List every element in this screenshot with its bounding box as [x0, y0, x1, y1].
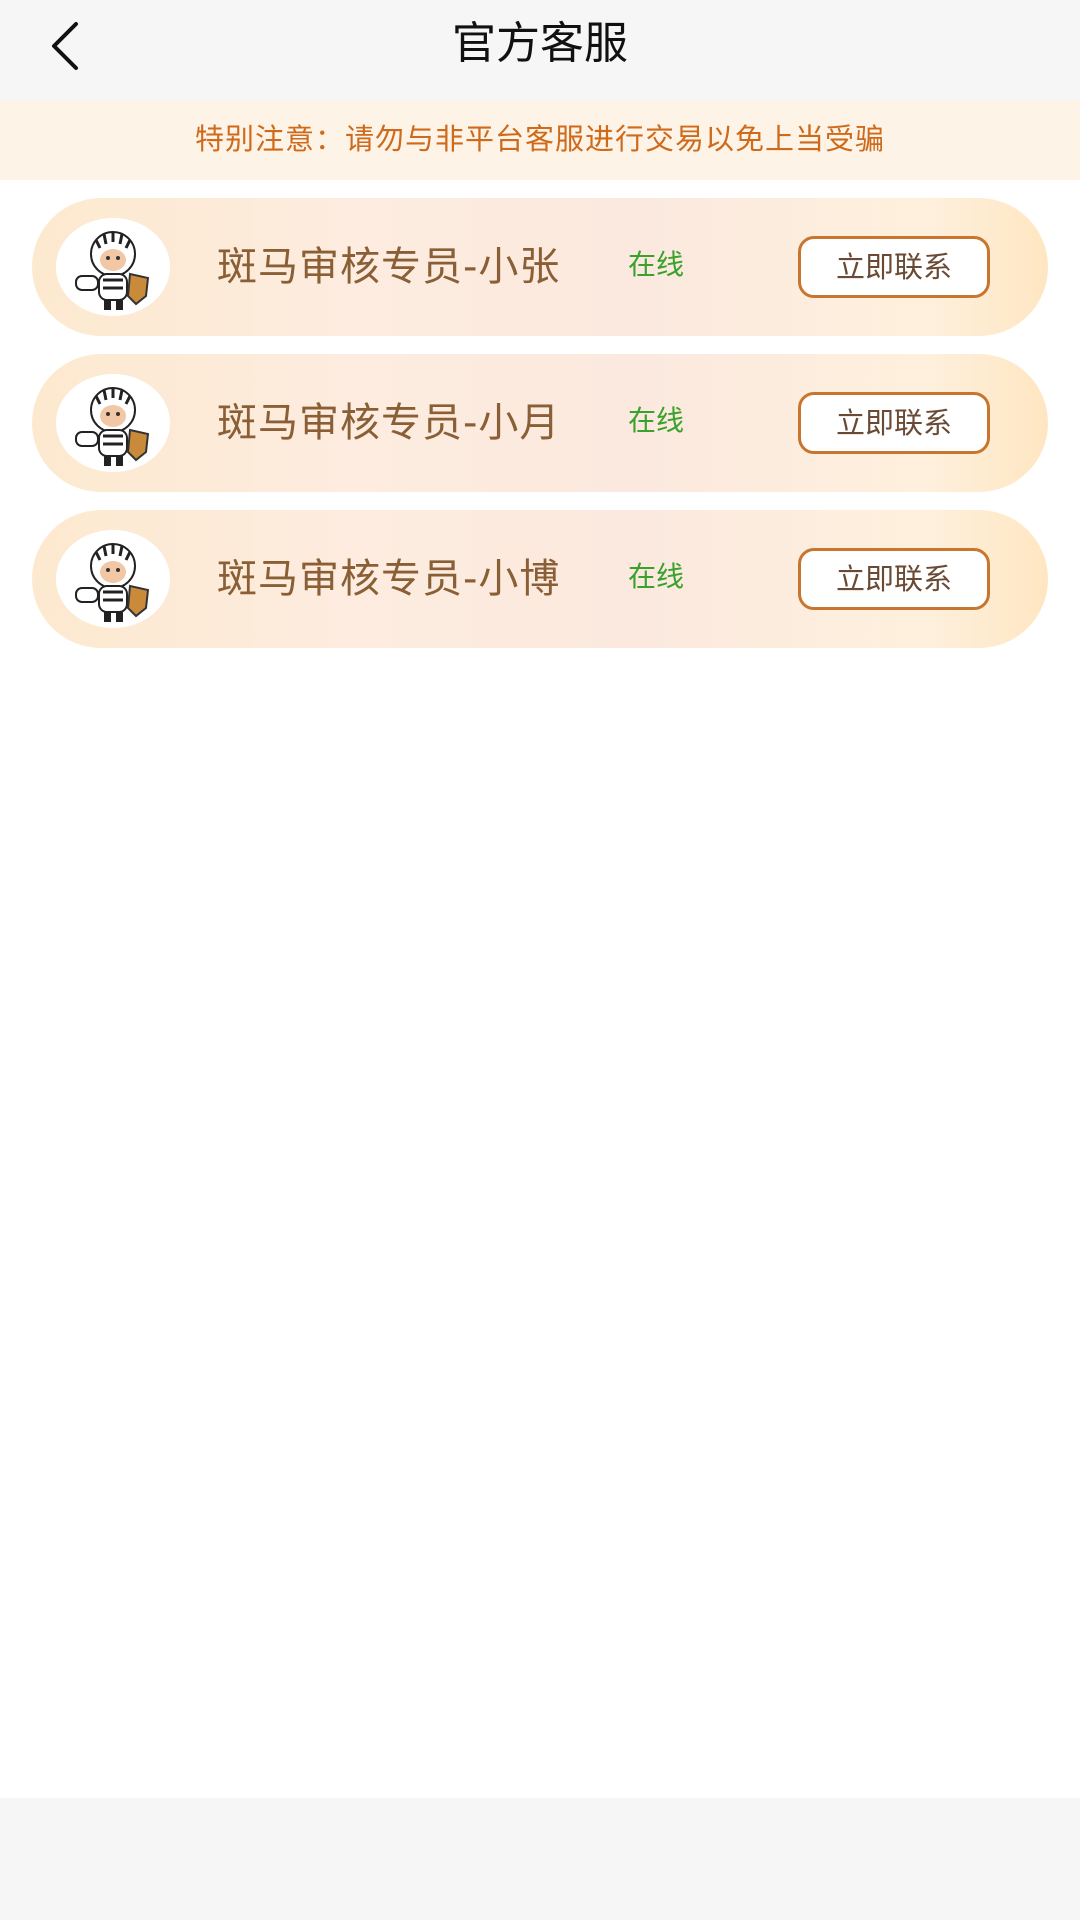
contact-button[interactable]: 立即联系	[798, 548, 990, 610]
online-status: 在线	[628, 560, 685, 593]
zebra-mascot-icon	[56, 218, 170, 316]
agent-card: 斑马审核专员-小博 在线 立即联系	[32, 510, 1048, 648]
contact-button[interactable]: 立即联系	[798, 236, 990, 298]
warning-notice: 特别注意：请勿与非平台客服进行交易以免上当受骗	[0, 100, 1080, 180]
avatar	[56, 374, 170, 472]
zebra-mascot-icon	[56, 530, 170, 628]
agent-name: 斑马审核专员-小张	[217, 244, 561, 290]
online-status: 在线	[628, 404, 685, 437]
zebra-mascot-icon	[56, 374, 170, 472]
page-title: 官方客服	[452, 18, 628, 69]
avatar	[56, 218, 170, 316]
agent-name: 斑马审核专员-小月	[217, 400, 561, 446]
agent-card: 斑马审核专员-小张 在线 立即联系	[32, 198, 1048, 336]
bottom-bar	[0, 1798, 1080, 1920]
agent-card: 斑马审核专员-小月 在线 立即联系	[32, 354, 1048, 492]
contact-button[interactable]: 立即联系	[798, 392, 990, 454]
avatar	[56, 530, 170, 628]
top-bar: 官方客服	[0, 0, 1080, 100]
online-status: 在线	[628, 248, 685, 281]
agent-name: 斑马审核专员-小博	[217, 556, 561, 602]
